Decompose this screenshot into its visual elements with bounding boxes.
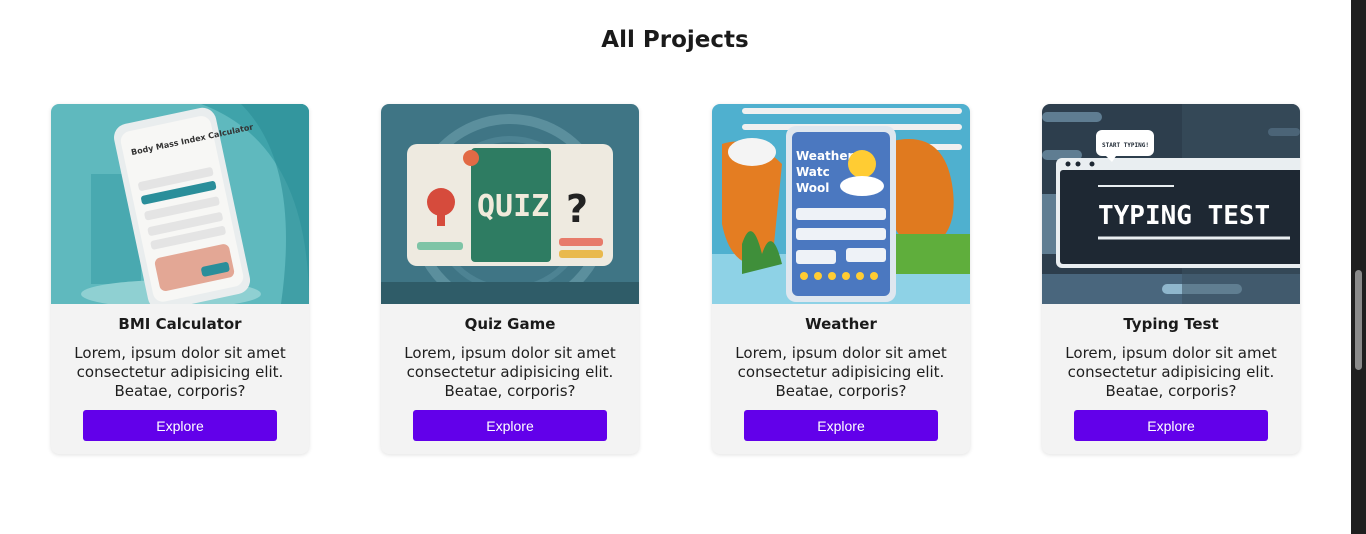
explore-button[interactable]: Explore [744,410,938,441]
page-scrollbar[interactable] [1351,0,1366,534]
project-card-bmi: Body Mass Index Calculator BMI Calculato… [51,104,309,454]
project-description: Lorem, ipsum dolor sit amet consectetur … [1065,344,1277,400]
explore-button[interactable]: Explore [83,410,277,441]
bmi-phone-illustration: Body Mass Index Calculator [51,104,309,304]
page-title: All Projects [601,27,749,53]
quiz-board-illustration: QUIZ ? [381,104,639,304]
svg-text:Watc: Watc [796,165,830,179]
explore-button[interactable]: Explore [413,410,607,441]
project-card-typing: TYPING TEST START TYPING! Typing Test Lo… [1042,104,1300,454]
svg-text:Weather: Weather [796,149,853,163]
project-title: Weather [805,315,877,333]
svg-text:START TYPING!: START TYPING! [1102,142,1149,149]
typing-window-illustration: TYPING TEST START TYPING! [1042,104,1300,304]
svg-text:?: ? [566,187,588,231]
project-card-quiz: QUIZ ? Quiz Game Lorem, ipsum dolor sit … [381,104,639,454]
scrollbar-thumb[interactable] [1355,270,1362,370]
project-title: Typing Test [1123,315,1219,333]
project-title: Quiz Game [464,315,556,333]
svg-text:QUIZ: QUIZ [477,189,549,224]
project-title: BMI Calculator [118,315,242,333]
explore-button[interactable]: Explore [1074,410,1268,441]
project-description: Lorem, ipsum dolor sit amet consectetur … [74,344,286,400]
svg-text:TYPING TEST: TYPING TEST [1098,201,1270,231]
project-description: Lorem, ipsum dolor sit amet consectetur … [404,344,616,400]
project-description: Lorem, ipsum dolor sit amet consectetur … [735,344,947,400]
project-card-weather: Weather Watc Wool Weather Lorem, ipsum d… [712,104,970,454]
weather-panel-illustration: Weather Watc Wool [712,104,970,304]
svg-text:Wool: Wool [796,181,829,195]
